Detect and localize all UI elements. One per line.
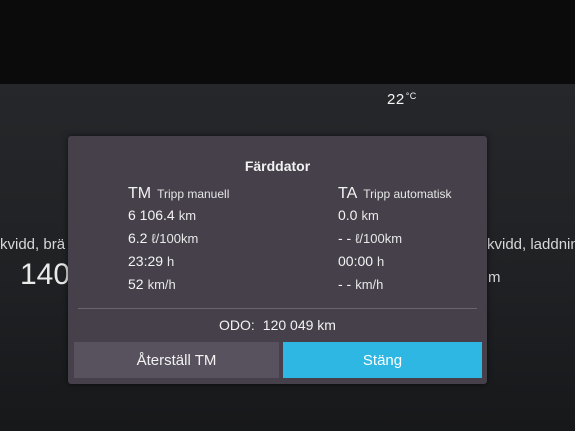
trip-auto-abbr: TA [338, 185, 358, 202]
close-button[interactable]: Stäng [283, 342, 482, 378]
background-range-label-right: kvidd, laddnin [487, 236, 575, 253]
speed-value: - - [338, 276, 352, 292]
odometer-unit: km [317, 317, 336, 333]
dialog-divider [78, 308, 477, 309]
trip-manual-consumption: 6.2 ℓ/100km [128, 230, 229, 253]
distance-unit: km [178, 208, 197, 223]
consumption-value: - - [338, 230, 352, 246]
consumption-unit: ℓ/100km [151, 231, 199, 246]
distance-value: 0.0 [338, 207, 358, 223]
speed-unit: km/h [355, 277, 384, 292]
trip-auto-time: 00:00 h [338, 253, 452, 276]
temperature-unit: °C [405, 91, 417, 101]
reset-trip-manual-button[interactable]: Återställ TM [74, 342, 279, 378]
background-range-unit-right: m [488, 269, 501, 286]
distance-value: 6 106.4 [128, 207, 175, 223]
top-bar [0, 0, 575, 84]
trip-auto-header: TA Tripp automatisk [338, 185, 452, 207]
time-value: 00:00 [338, 253, 374, 269]
dialog-title: Färddator [244, 158, 311, 174]
trip-auto-speed: - - km/h [338, 276, 452, 299]
speed-unit: km/h [147, 277, 176, 292]
odometer: ODO: 120 049 km [68, 317, 487, 333]
trip-auto-name: Tripp automatisk [363, 187, 452, 201]
temperature-value: 22 [387, 91, 405, 108]
odometer-label: ODO: [219, 317, 255, 333]
odometer-value: 120 049 [262, 317, 314, 333]
outside-temperature: 22°C [387, 91, 417, 108]
time-unit: h [167, 254, 175, 269]
trip-manual-speed: 52 km/h [128, 276, 229, 299]
background-range-label-left: kvidd, brä [0, 236, 66, 253]
trip-manual-abbr: TM [128, 185, 152, 202]
trip-manual-name: Tripp manuell [157, 187, 230, 201]
trip-manual-time: 23:29 h [128, 253, 229, 276]
background-range-value-left: 140 [20, 258, 71, 291]
speed-value: 52 [128, 276, 144, 292]
trip-manual-header: TM Tripp manuell [128, 185, 229, 207]
trip-computer-dialog: Färddator TM Tripp manuell 6 106.4 km 6.… [68, 136, 487, 384]
consumption-value: 6.2 [128, 230, 148, 246]
trip-manual-distance: 6 106.4 km [128, 207, 229, 230]
trip-manual-column: TM Tripp manuell 6 106.4 km 6.2 ℓ/100km … [128, 185, 229, 299]
trip-auto-consumption: - - ℓ/100km [338, 230, 452, 253]
consumption-unit: ℓ/100km [355, 231, 403, 246]
distance-unit: km [361, 208, 379, 223]
trip-auto-distance: 0.0 km [338, 207, 452, 230]
time-value: 23:29 [128, 253, 164, 269]
trip-auto-column: TA Tripp automatisk 0.0 km - - ℓ/100km 0… [338, 185, 452, 299]
time-unit: h [377, 254, 385, 269]
